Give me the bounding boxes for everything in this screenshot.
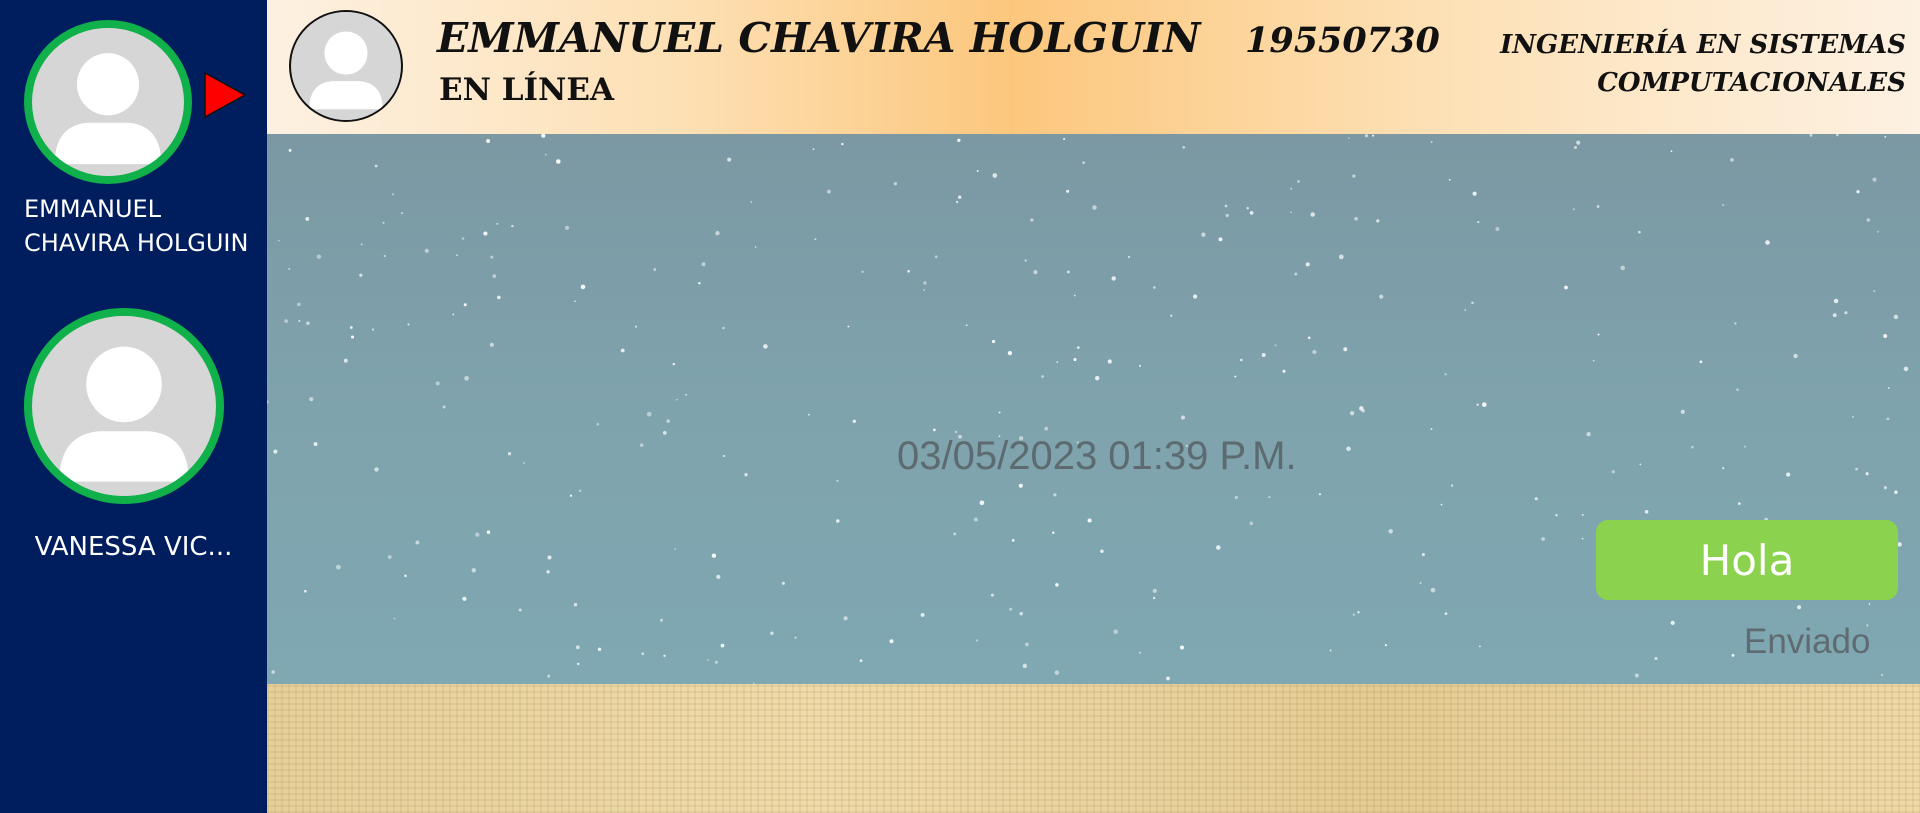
play-triangle-icon [204, 71, 247, 119]
career-label: INGENIERÍA EN SISTEMAS COMPUTACIONALES [1500, 30, 1906, 98]
timestamp-text: 03/05/2023 01:39 P.M. [897, 434, 1297, 478]
contacts-sidebar: EMMANUEL CHAVIRA HOLGUIN VANESSA VIC... [0, 0, 267, 813]
contact-name[interactable]: VANESSA VIC... [0, 532, 267, 562]
contact-item-emmanuel[interactable]: EMMANUEL CHAVIRA HOLGUIN [0, 0, 267, 290]
chat-contact-name: EMMANUEL CHAVIRA HOLGUIN [437, 14, 1201, 62]
starfield-background [267, 134, 1909, 684]
header-avatar[interactable] [289, 10, 403, 122]
message-bubble[interactable]: Hola [1596, 520, 1898, 600]
contact-name: EMMANUEL CHAVIRA HOLGUIN [24, 195, 249, 257]
footer-panel [267, 684, 1920, 813]
user-avatar-icon [34, 316, 214, 496]
message-status: Enviado [1744, 622, 1871, 661]
user-avatar-icon [292, 12, 400, 120]
user-avatar-icon [34, 28, 182, 176]
contact-avatar [24, 20, 192, 184]
online-status: EN LÍNEA [439, 72, 615, 108]
contact-avatar [24, 308, 224, 504]
chat-header: EMMANUEL CHAVIRA HOLGUIN EN LÍNEA 195507… [267, 0, 1920, 134]
message-area[interactable]: 03/05/2023 01:39 P.M. Hola Enviado [267, 134, 1920, 684]
